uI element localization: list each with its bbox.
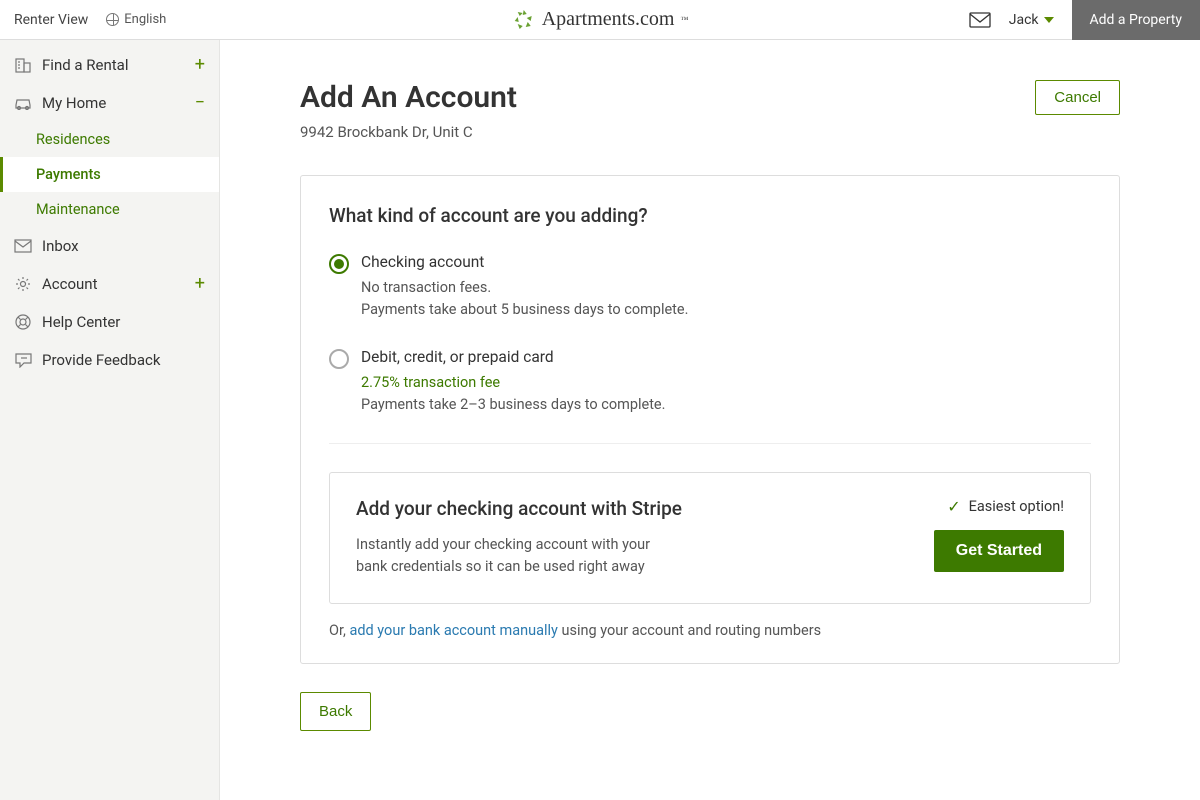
nav-account[interactable]: Account +: [0, 265, 219, 303]
manual-prefix: Or,: [329, 622, 349, 639]
cancel-button[interactable]: Cancel: [1035, 80, 1120, 115]
user-name: Jack: [1009, 12, 1039, 28]
nav-help[interactable]: Help Center: [0, 303, 219, 341]
account-type-card: What kind of account are you adding? Che…: [300, 175, 1120, 664]
option-body: Checking account No transaction fees. Pa…: [361, 253, 1091, 322]
building-icon: [14, 57, 32, 73]
chevron-down-icon: [1044, 17, 1054, 23]
envelope-icon: [14, 238, 32, 254]
sub-residences[interactable]: Residences: [0, 122, 219, 157]
option-checking[interactable]: Checking account No transaction fees. Pa…: [329, 253, 1091, 322]
checking-sub-1: No transaction fees.: [361, 279, 491, 296]
nav-inbox[interactable]: Inbox: [0, 227, 219, 265]
stripe-desc: Instantly add your checking account with…: [356, 534, 676, 579]
question-heading: What kind of account are you adding?: [329, 204, 1091, 227]
nav-label: Inbox: [42, 237, 79, 255]
add-property-button[interactable]: Add a Property: [1072, 0, 1200, 40]
logo-icon: [512, 8, 536, 32]
radio-card[interactable]: [329, 349, 349, 369]
lifebuoy-icon: [14, 314, 32, 330]
mail-icon[interactable]: [969, 12, 991, 28]
plus-icon[interactable]: +: [195, 275, 205, 293]
language-selector[interactable]: English: [106, 12, 166, 27]
option-label: Debit, credit, or prepaid card: [361, 348, 1091, 366]
stripe-box: Add your checking account with Stripe In…: [329, 472, 1091, 604]
sub-payments[interactable]: Payments: [0, 157, 219, 192]
header-left: Renter View English: [14, 12, 166, 28]
view-label: Renter View: [14, 12, 88, 28]
get-started-button[interactable]: Get Started: [934, 530, 1064, 572]
header-right: Jack Add a Property: [969, 0, 1200, 40]
gear-icon: [14, 276, 32, 292]
radio-checking[interactable]: [329, 254, 349, 274]
option-sub: 2.75% transaction fee Payments take 2–3 …: [361, 372, 1091, 417]
manual-link[interactable]: add your bank account manually: [349, 622, 557, 639]
option-card[interactable]: Debit, credit, or prepaid card 2.75% tra…: [329, 348, 1091, 417]
option-body: Debit, credit, or prepaid card 2.75% tra…: [361, 348, 1091, 417]
stripe-title: Add your checking account with Stripe: [356, 497, 910, 520]
nav-label: Help Center: [42, 313, 120, 331]
minus-icon[interactable]: −: [195, 94, 205, 112]
stripe-left: Add your checking account with Stripe In…: [356, 497, 910, 579]
car-icon: [14, 95, 32, 111]
logo[interactable]: Apartments.com ™: [512, 8, 689, 32]
easiest-badge: ✓ Easiest option!: [947, 497, 1064, 516]
easiest-text: Easiest option!: [969, 498, 1064, 515]
chat-icon: [14, 352, 32, 368]
checking-sub-2: Payments take about 5 business days to c…: [361, 301, 688, 318]
page-header: Add An Account Cancel: [300, 80, 1120, 115]
option-label: Checking account: [361, 253, 1091, 271]
back-button[interactable]: Back: [300, 692, 371, 731]
language-label: English: [124, 12, 166, 27]
header: Renter View English Apartments.com ™ Jack…: [0, 0, 1200, 40]
card-sub: Payments take 2–3 business days to compl…: [361, 396, 665, 413]
nav-feedback[interactable]: Provide Feedback: [0, 341, 219, 379]
card-fee: 2.75% transaction fee: [361, 374, 500, 391]
divider: [329, 443, 1091, 444]
plus-icon[interactable]: +: [195, 56, 205, 74]
nav-my-home[interactable]: My Home −: [0, 84, 219, 122]
check-icon: ✓: [947, 497, 960, 516]
nav-find-rental[interactable]: Find a Rental +: [0, 46, 219, 84]
nav-label: My Home: [42, 94, 106, 112]
nav-label: Provide Feedback: [42, 351, 160, 369]
globe-icon: [106, 13, 119, 26]
main-content: Add An Account Cancel 9942 Brockbank Dr,…: [220, 40, 1200, 800]
stripe-right: ✓ Easiest option! Get Started: [934, 497, 1064, 572]
sub-maintenance[interactable]: Maintenance: [0, 192, 219, 227]
page-title: Add An Account: [300, 80, 517, 115]
nav-label: Account: [42, 275, 98, 293]
sidebar: Find a Rental + My Home − Residences Pay…: [0, 40, 220, 800]
logo-text: Apartments.com: [542, 8, 675, 31]
option-sub: No transaction fees. Payments take about…: [361, 277, 1091, 322]
address-subtitle: 9942 Brockbank Dr, Unit C: [300, 123, 1120, 141]
manual-suffix: using your account and routing numbers: [558, 622, 821, 639]
trademark: ™: [680, 15, 688, 24]
nav-label: Find a Rental: [42, 56, 128, 74]
manual-row: Or, add your bank account manually using…: [329, 622, 1091, 639]
user-menu[interactable]: Jack: [1009, 12, 1054, 28]
